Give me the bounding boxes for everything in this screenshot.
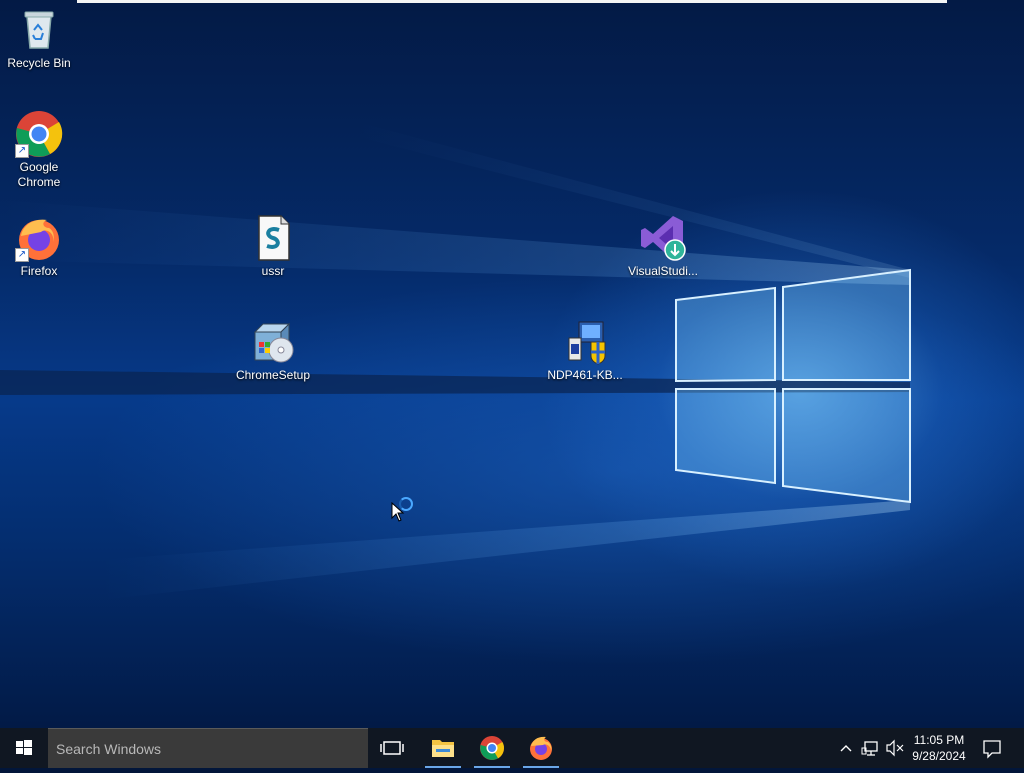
chrome-icon: ↗ [15,110,63,158]
firefox-icon: ↗ [15,214,63,262]
taskbar-firefox[interactable] [521,728,561,768]
top-window-edge [77,0,947,3]
network-button[interactable] [860,728,882,768]
chrome-icon [480,736,505,760]
desktop-icon-label: ussr [261,264,285,278]
clock-date: 9/28/2024 [912,749,966,763]
desktop-icon-label: ChromeSetup [235,368,311,382]
installer-icon [249,318,297,366]
taskbar-google-chrome[interactable] [472,728,512,768]
desktop-icon-label: Recycle Bin [7,56,71,70]
volume-muted-icon [886,739,904,757]
task-view-button[interactable] [372,728,412,768]
notification-icon [983,740,1001,759]
clock-time: 11:05 PM [913,733,965,747]
task-view-icon [380,741,404,755]
search-placeholder: Search Windows [56,741,162,757]
folder-icon [432,740,454,757]
setup-icon [561,318,609,366]
desktop-icon-chromesetup[interactable]: ChromeSetup [235,318,311,383]
desktop-icon-visualstudio[interactable]: VisualStudi... [625,214,701,279]
desktop-icon-label: NDP461-KB... [547,368,623,382]
taskbar-file-explorer[interactable] [423,728,463,768]
desktop-icon-ussr[interactable]: ussr [235,214,311,279]
clock[interactable]: 11:05 PM 9/28/2024 [905,732,973,764]
action-center-button[interactable] [980,728,1004,768]
search-box[interactable]: Search Windows [48,728,368,768]
shortcut-arrow-icon: ↗ [15,248,29,262]
chevron-up-icon [840,745,852,752]
windows-logo-icon [16,740,32,755]
desktop-icon-label: VisualStudi... [628,264,698,278]
taskbar: Search Windows 11:05 PM 9/28/2024 [0,728,1024,768]
desktop-icon-firefox[interactable]: ↗ Firefox [1,214,77,279]
desktop-icon-label: Firefox [20,264,58,278]
network-icon [861,741,878,756]
firefox-icon [530,736,552,760]
desktop-icon-ndp461[interactable]: NDP461-KB... [547,318,623,383]
desktop-wallpaper [0,0,1024,728]
wallpaper-light-beams [0,120,911,600]
script-file-icon [249,214,297,262]
visual-studio-installer-icon [639,214,687,262]
recycle-bin-icon [15,6,63,54]
start-button[interactable] [0,728,48,768]
volume-button[interactable] [884,728,906,768]
show-hidden-icons-button[interactable] [838,728,854,768]
desktop-icon-label: Google Chrome [17,160,61,189]
desktop-icon-google-chrome[interactable]: ↗ Google Chrome [1,110,77,190]
busy-spinner-icon [399,497,413,511]
desktop-icon-recycle-bin[interactable]: Recycle Bin [1,6,77,71]
shortcut-arrow-icon: ↗ [15,144,29,158]
